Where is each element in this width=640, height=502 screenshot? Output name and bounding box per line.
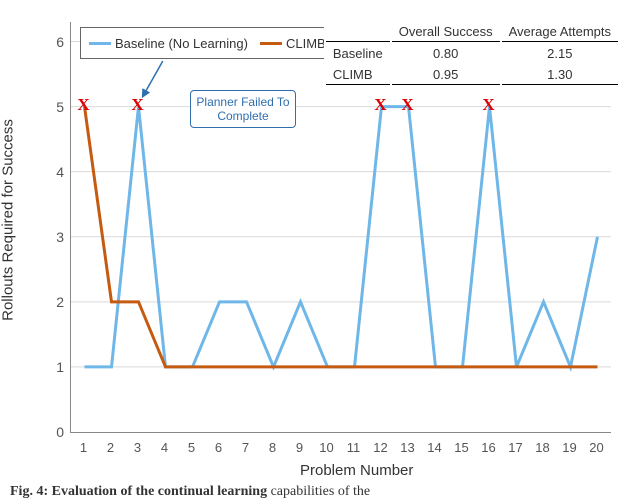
y-axis-title: Rollouts Required for Success xyxy=(0,119,17,321)
failure-callout: Planner Failed To Complete xyxy=(190,90,296,128)
caption-prefix: Fig. 4: Evaluation of the continual lear… xyxy=(10,484,267,499)
x-tick-label: 14 xyxy=(424,440,446,455)
table-row: Baseline 0.80 2.15 xyxy=(326,44,618,63)
failure-marker: X xyxy=(401,95,413,115)
failure-marker: X xyxy=(77,95,89,115)
x-tick-label: 11 xyxy=(343,440,365,455)
y-tick-label: 4 xyxy=(48,164,64,180)
legend-item-climb: CLIMB xyxy=(260,36,326,51)
table-row: CLIMB 0.95 1.30 xyxy=(326,65,618,85)
x-tick-label: 10 xyxy=(316,440,338,455)
legend-item-baseline: Baseline (No Learning) xyxy=(89,36,248,51)
y-tick-label: 5 xyxy=(48,99,64,115)
y-tick-label: 6 xyxy=(48,34,64,50)
callout-arrow xyxy=(143,61,163,97)
x-tick-label: 13 xyxy=(397,440,419,455)
x-tick-label: 12 xyxy=(370,440,392,455)
x-tick-label: 16 xyxy=(478,440,500,455)
x-tick-label: 2 xyxy=(100,440,122,455)
x-tick-label: 20 xyxy=(586,440,608,455)
x-tick-label: 6 xyxy=(208,440,230,455)
legend-swatch-baseline xyxy=(89,42,111,45)
x-tick-label: 17 xyxy=(505,440,527,455)
failure-marker: X xyxy=(482,95,494,115)
legend-label-baseline: Baseline (No Learning) xyxy=(115,36,248,51)
y-tick-label: 3 xyxy=(48,229,64,245)
x-tick-label: 5 xyxy=(181,440,203,455)
y-tick-label: 1 xyxy=(48,359,64,375)
legend-swatch-climb xyxy=(260,42,282,45)
x-tick-label: 18 xyxy=(532,440,554,455)
x-tick-label: 1 xyxy=(73,440,95,455)
table-row: Overall Success Average Attempts xyxy=(326,22,618,42)
x-tick-label: 19 xyxy=(559,440,581,455)
x-tick-label: 9 xyxy=(289,440,311,455)
failure-callout-text: Planner Failed To Complete xyxy=(196,95,289,123)
y-tick-label: 2 xyxy=(48,294,64,310)
y-tick-label: 0 xyxy=(48,424,64,440)
caption-rest: capabilities of the xyxy=(267,484,370,499)
legend-label-climb: CLIMB xyxy=(286,36,326,51)
failure-marker: X xyxy=(374,95,386,115)
legend: Baseline (No Learning) CLIMB xyxy=(80,27,335,59)
x-tick-label: 7 xyxy=(235,440,257,455)
x-tick-label: 4 xyxy=(154,440,176,455)
x-tick-label: 8 xyxy=(262,440,284,455)
x-axis-title: Problem Number xyxy=(300,462,413,479)
figure-caption: Fig. 4: Evaluation of the continual lear… xyxy=(10,484,370,500)
summary-table: Overall Success Average Attempts Baselin… xyxy=(324,20,620,87)
col-header: Overall Success xyxy=(392,22,500,42)
failure-marker: X xyxy=(131,95,143,115)
figure: Baseline (No Learning) CLIMB Overall Suc… xyxy=(0,0,640,502)
col-header: Average Attempts xyxy=(502,22,618,42)
x-tick-label: 3 xyxy=(127,440,149,455)
x-tick-label: 15 xyxy=(451,440,473,455)
